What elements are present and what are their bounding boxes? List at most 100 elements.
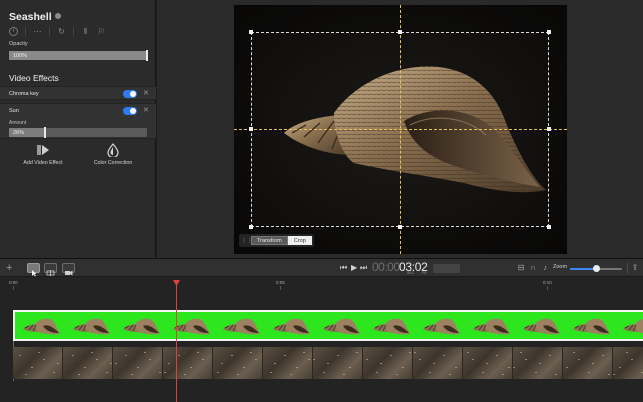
- crop-handle-right[interactable]: [547, 127, 551, 131]
- background-video-clip[interactable]: [13, 347, 643, 379]
- add-video-effect-button[interactable]: Add Video Effect: [8, 143, 78, 166]
- sand-speck: [555, 374, 557, 375]
- sand-speck: [110, 363, 112, 364]
- clip-tool-button[interactable]: [62, 263, 75, 276]
- magnet-icon[interactable]: ∩: [528, 263, 538, 273]
- crop-handle-bottom-right[interactable]: [547, 225, 551, 229]
- shell-thumbnail: [573, 318, 610, 335]
- sand-speck: [496, 355, 498, 356]
- range-tool-button[interactable]: [44, 263, 57, 276]
- video-frame-thumbnail: [363, 347, 413, 379]
- video-frame-thumbnail: [113, 347, 163, 379]
- sand-speck: [159, 372, 161, 373]
- split-icon[interactable]: ⫴: [81, 27, 90, 36]
- plus-icon[interactable]: +: [6, 261, 12, 275]
- playhead[interactable]: [176, 285, 177, 402]
- shell-thumbnail: [123, 318, 160, 335]
- crop-handle-top-right[interactable]: [547, 30, 551, 34]
- more-options-icon[interactable]: ⋯: [33, 27, 42, 36]
- shell-thumbnail: [473, 318, 510, 335]
- skip-forward-icon[interactable]: ⏭: [360, 262, 367, 274]
- grip-icon[interactable]: ⋮⋮: [241, 237, 253, 245]
- crop-button[interactable]: Crop: [287, 236, 312, 245]
- droplet-icon: [107, 143, 119, 157]
- sand-speck: [573, 352, 575, 353]
- shell-thumbnail: [623, 319, 643, 334]
- info-icon[interactable]: i: [9, 27, 18, 36]
- pointer-tool-icon: [32, 270, 37, 277]
- clip-tool-icon: [65, 270, 73, 276]
- video-frame-thumbnail: [313, 347, 363, 379]
- shell-thumbnail: [373, 318, 410, 335]
- sand-speck: [402, 367, 404, 368]
- sand-speck: [419, 359, 421, 360]
- pointer-tool-button[interactable]: [27, 263, 40, 277]
- video-frame-thumbnail: [163, 347, 213, 379]
- sand-speck: [296, 367, 298, 368]
- sand-speck: [125, 355, 127, 356]
- amount-slider[interactable]: 26%: [9, 127, 147, 138]
- sand-speck: [168, 363, 170, 364]
- sand-speck: [284, 355, 286, 356]
- flag-icon[interactable]: ⚐: [97, 27, 106, 36]
- green-screen-clip[interactable]: [13, 310, 643, 341]
- divider: [25, 27, 26, 36]
- video-frame-thumbnail: [613, 347, 643, 379]
- sand-speck: [486, 363, 488, 364]
- sand-speck: [608, 374, 610, 375]
- sand-speck: [274, 363, 276, 364]
- video-frame-thumbnail: [563, 347, 613, 379]
- remove-effect-icon[interactable]: ✕: [143, 89, 149, 98]
- reset-icon[interactable]: ↻: [57, 27, 66, 36]
- shell-thumbnail: [323, 318, 360, 335]
- transform-button[interactable]: Transform: [251, 236, 288, 245]
- shell-thumbnail: [73, 318, 110, 335]
- color-correction-button[interactable]: Color Correction: [78, 143, 148, 166]
- opacity-slider[interactable]: 100%: [9, 50, 148, 61]
- shell-thumbnail: [173, 318, 210, 335]
- remove-effect-icon[interactable]: ✕: [143, 106, 149, 115]
- sand-speck: [221, 363, 223, 364]
- sand-speck: [91, 352, 93, 353]
- sand-speck: [429, 372, 431, 373]
- opacity-slider-knob[interactable]: [146, 50, 148, 61]
- sand-speck: [31, 367, 33, 368]
- sand-speck: [449, 374, 451, 375]
- opacity-value: 100%: [13, 52, 28, 59]
- sand-speck: [380, 363, 382, 364]
- audio-level-meter: [433, 264, 460, 273]
- sand-speck: [613, 374, 615, 375]
- effect-toggle[interactable]: [123, 90, 137, 98]
- snapping-icon[interactable]: ⊟: [516, 263, 526, 273]
- clip-title: Seashell: [9, 11, 61, 23]
- video-frame-thumbnail: [13, 347, 63, 379]
- ruler-label: 0:10: [543, 280, 552, 285]
- sand-speck: [197, 352, 199, 353]
- sand-speck: [602, 355, 604, 356]
- amount-slider-knob[interactable]: [43, 127, 46, 138]
- skip-back-icon[interactable]: ⏮: [340, 262, 347, 274]
- play-icon[interactable]: ▶: [351, 262, 357, 274]
- crop-handle-top-left[interactable]: [249, 30, 253, 34]
- clip-info-icon[interactable]: [54, 13, 61, 19]
- sand-speck: [131, 374, 133, 375]
- zoom-slider[interactable]: [570, 265, 622, 272]
- crop-handle-left[interactable]: [249, 127, 253, 131]
- sand-speck: [626, 352, 628, 353]
- sand-speck: [270, 372, 272, 373]
- sand-speck: [414, 352, 416, 353]
- crop-handle-bottom[interactable]: [398, 225, 402, 229]
- effect-toggle[interactable]: [123, 107, 137, 115]
- range-tool-icon: [46, 270, 55, 276]
- shell-thumbnail: [423, 318, 460, 335]
- sand-speck: [433, 363, 435, 364]
- sand-speck: [520, 352, 522, 353]
- audio-icon[interactable]: ♪: [540, 263, 550, 273]
- zoom-slider-knob[interactable]: [593, 265, 600, 272]
- crop-handle-top[interactable]: [398, 30, 402, 34]
- timeline[interactable]: 0:00 0:05 0:10: [0, 277, 643, 402]
- crop-handle-bottom-left[interactable]: [249, 225, 253, 229]
- effect-row-sun: Sun ✕ Amount 26%: [0, 103, 156, 139]
- video-preview[interactable]: ⋮⋮ Transform Crop: [234, 5, 567, 254]
- share-icon[interactable]: ⇪: [630, 263, 640, 273]
